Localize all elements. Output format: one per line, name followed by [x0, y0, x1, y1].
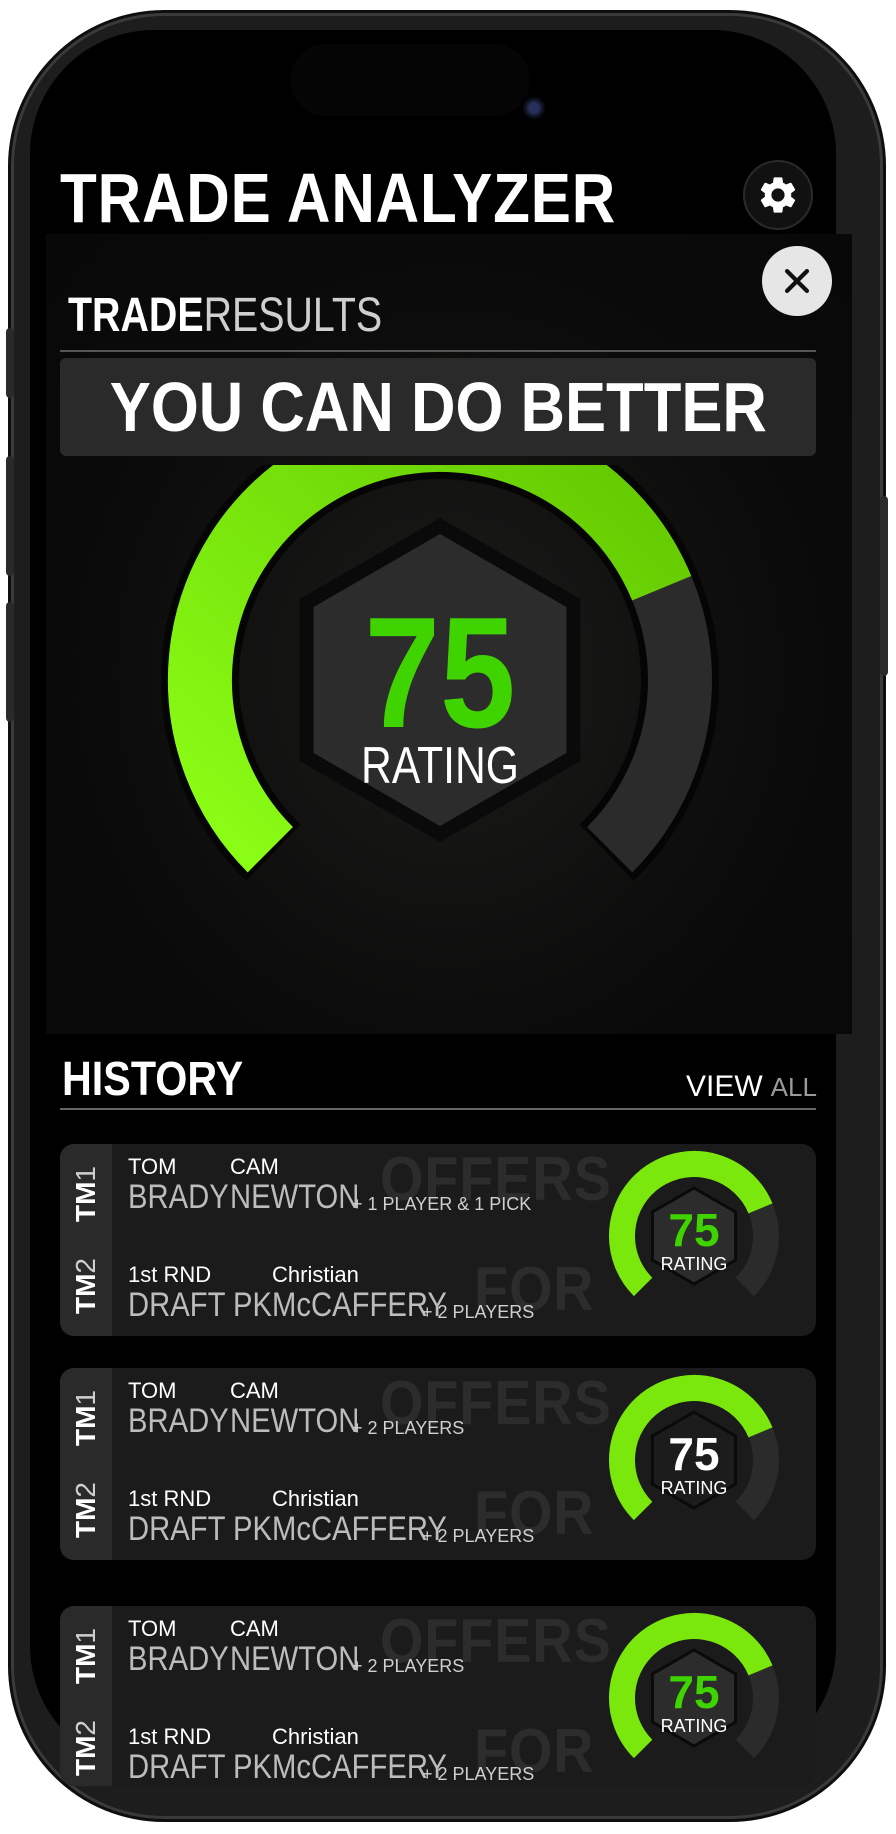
verdict-text: YOU CAN DO BETTER [109, 368, 767, 446]
team2-label: TM2 [70, 1257, 101, 1315]
tm1-player1-last: BRADY [128, 1178, 229, 1216]
trade-rating-label: RATING [661, 1716, 728, 1736]
heading-light-part: RESULTS [203, 289, 383, 342]
history-divider [60, 1108, 816, 1110]
tm1-player2-first: CAM [230, 1154, 279, 1179]
team1-label: TM1 [70, 1165, 101, 1223]
divider [60, 350, 816, 352]
tm2-player-first: Christian [272, 1262, 359, 1287]
tm1-player2-last: NEWTON [230, 1640, 360, 1678]
view-all-link[interactable]: VIEW ALL [686, 1070, 817, 1104]
trade-history-row[interactable]: TM1 TM2 OFFERS FOR TOM CAM BRADY NEWTON … [60, 1606, 816, 1786]
verdict-banner: YOU CAN DO BETTER [60, 358, 816, 456]
tm1-player1-first: TOM [128, 1616, 177, 1641]
tm1-extra: + 1 PLAYER & 1 PICK [352, 1194, 532, 1214]
trade-rating-value: 75 [668, 1666, 719, 1718]
all-label: ALL [770, 1072, 817, 1102]
heading-bold-part: TRADE [68, 289, 204, 342]
trade-rating-value: 75 [668, 1204, 719, 1256]
tm1-player2-first: CAM [230, 1378, 279, 1403]
trade-rating-gauge: 75 RATING [608, 1374, 779, 1521]
tm1-player2-last: NEWTON [230, 1402, 360, 1440]
trade-history-row[interactable]: TM1 TM2 OFFERS FOR TOM CAM BRADY NEWTON … [60, 1144, 816, 1336]
tm2-pick-label: DRAFT PK [128, 1510, 273, 1548]
tm1-player1-first: TOM [128, 1154, 177, 1179]
team2-label: TM2 [70, 1719, 101, 1777]
team2-label: TM2 [70, 1481, 101, 1539]
close-button[interactable] [762, 246, 832, 316]
settings-button[interactable] [743, 160, 813, 230]
tm2-player-first: Christian [272, 1724, 359, 1749]
tm2-pick-label: DRAFT PK [128, 1286, 273, 1324]
tm2-pick-round: 1st RND [128, 1724, 212, 1749]
rating-value: 75 [364, 585, 515, 761]
tm1-player1-last: BRADY [128, 1402, 229, 1440]
tm2-pick-label: DRAFT PK [128, 1748, 273, 1786]
tm2-player-last: McCAFFERY [272, 1510, 447, 1548]
trade-rating-label: RATING [661, 1254, 728, 1274]
camera-lens [523, 97, 545, 119]
trade-rating-gauge: 75 RATING [608, 1150, 779, 1297]
tm1-extra: + 2 PLAYERS [352, 1418, 465, 1438]
tm1-player1-last: BRADY [128, 1640, 229, 1678]
tm1-player1-first: TOM [128, 1378, 177, 1403]
tm2-player-first: Christian [272, 1486, 359, 1511]
trade-rating-gauge: 75 RATING [608, 1612, 779, 1759]
trade-history-row[interactable]: TM1 TM2 OFFERS FOR TOM CAM BRADY NEWTON … [60, 1368, 816, 1560]
power-button [880, 496, 888, 676]
team1-label: TM1 [70, 1627, 101, 1685]
dynamic-island [290, 44, 530, 116]
view-label: VIEW [686, 1070, 763, 1103]
rating-gauge: 75 RATING [161, 465, 719, 881]
history-title: HISTORY [62, 1053, 244, 1106]
tm2-extra: + 2 PLAYERS [422, 1526, 535, 1546]
mute-switch [6, 328, 14, 398]
volume-down-button [6, 602, 14, 722]
tm2-player-last: McCAFFERY [272, 1748, 447, 1786]
tm2-extra: + 2 PLAYERS [422, 1302, 535, 1322]
tm1-extra: + 2 PLAYERS [352, 1656, 465, 1676]
trade-results-heading: TRADERESULTS [68, 288, 382, 343]
tm2-extra: + 2 PLAYERS [422, 1764, 535, 1784]
team1-label: TM1 [70, 1389, 101, 1447]
volume-up-button [6, 456, 14, 576]
tm2-player-last: McCAFFERY [272, 1286, 447, 1324]
tm1-player2-last: NEWTON [230, 1178, 360, 1216]
gear-icon [760, 177, 796, 213]
close-icon [784, 268, 810, 294]
trade-rating-value: 75 [668, 1428, 719, 1480]
tm2-pick-round: 1st RND [128, 1262, 212, 1287]
app-title: TRADE ANALYZER [60, 159, 617, 237]
trade-rating-label: RATING [661, 1478, 728, 1498]
rating-label: RATING [361, 737, 519, 795]
tm1-player2-first: CAM [230, 1616, 279, 1641]
tm2-pick-round: 1st RND [128, 1486, 212, 1511]
